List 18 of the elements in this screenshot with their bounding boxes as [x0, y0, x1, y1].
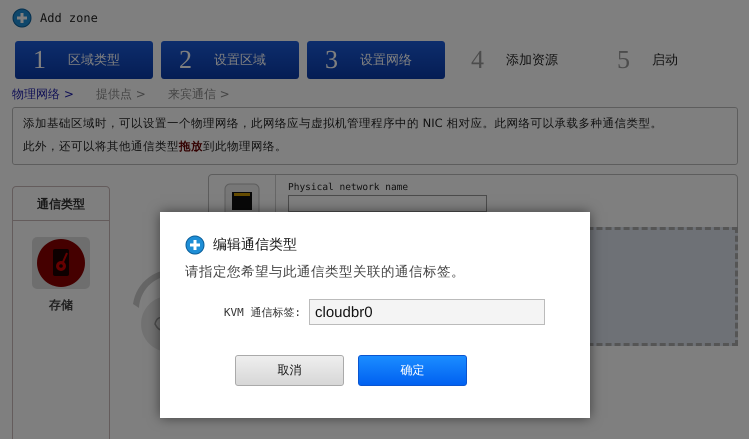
- breadcrumb-link[interactable]: 来宾通信 >: [168, 86, 230, 102]
- window-title: Add zone: [40, 11, 98, 25]
- confirm-button[interactable]: 确定: [358, 355, 467, 386]
- wizard-step[interactable]: 2 设置区域: [161, 41, 299, 79]
- traffic-type-label: 存储: [49, 297, 73, 314]
- input-field[interactable]: cloudbr0: [309, 299, 545, 325]
- field-label: KVM 通信标签:: [222, 304, 301, 320]
- breadcrumb-link[interactable]: 物理网络 >: [12, 86, 74, 102]
- breadcrumb-link[interactable]: 提供点 >: [96, 86, 146, 102]
- cancel-button[interactable]: 取消: [235, 355, 344, 386]
- dialog-title: 编辑通信类型: [213, 236, 297, 254]
- dialog-description: 请指定您希望与此通信类型关联的通信标签。: [185, 263, 466, 281]
- wizard-step[interactable]: 3 设置网络: [307, 41, 445, 79]
- field-label: Physical network name: [288, 182, 410, 193]
- panel-title: 通信类型: [37, 197, 85, 211]
- wizard-step[interactable]: 1 区域类型: [15, 41, 153, 79]
- info-text: 添加基础区域时，可以设置一个物理网络，此网络应与虚拟机管理程序中的 NIC 相对应。此网络可以承载多种通信类型。: [23, 116, 664, 131]
- info-text: 此外，还可以将其他通信类型拖放到此物理网络。: [23, 139, 288, 154]
